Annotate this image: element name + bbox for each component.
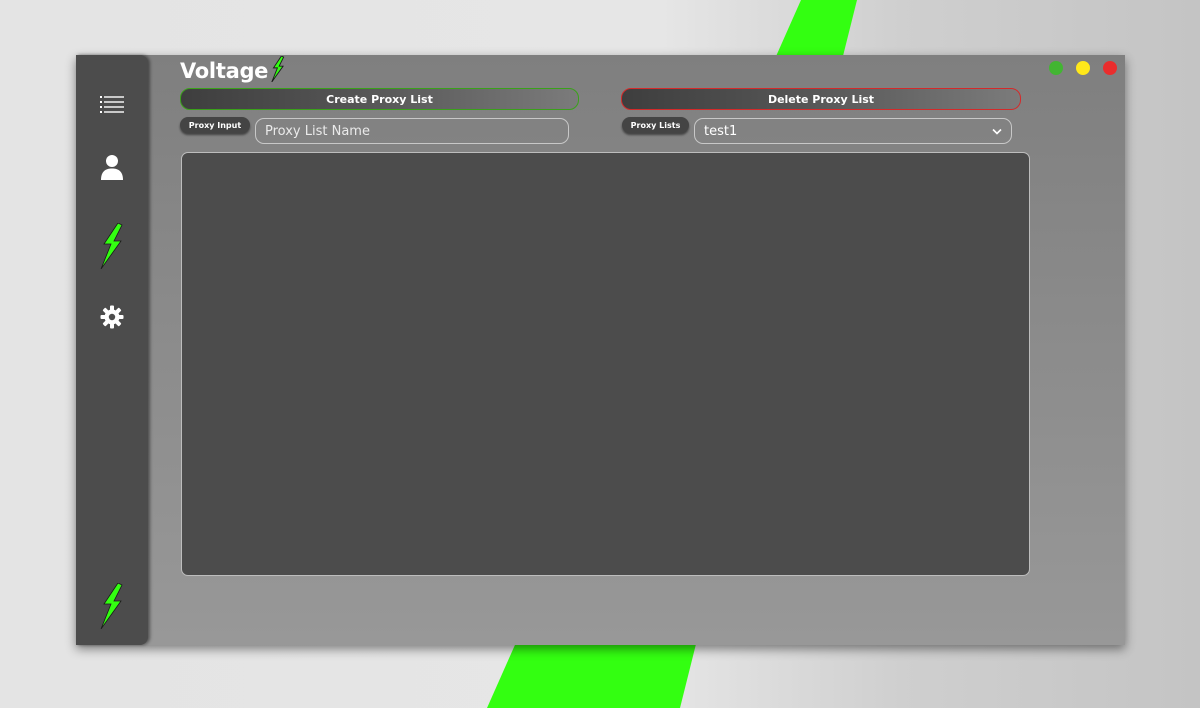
lightning-logo-icon xyxy=(100,583,123,629)
sidebar-item-profile[interactable] xyxy=(90,145,134,189)
close-button[interactable] xyxy=(1103,61,1117,75)
gear-icon xyxy=(100,305,124,329)
sidebar-logo xyxy=(90,580,134,632)
chevron-down-icon xyxy=(992,128,1002,135)
sidebar-item-proxies[interactable] xyxy=(90,218,134,274)
app-window: Voltage Create Proxy List Delete Proxy L… xyxy=(76,55,1125,645)
minimize-button[interactable] xyxy=(1076,61,1090,75)
list-icon xyxy=(100,96,124,113)
proxy-lists-tag: Proxy Lists xyxy=(622,117,689,133)
title-lightning-icon xyxy=(271,56,285,82)
proxy-lists-selected: test1 xyxy=(704,123,738,139)
user-icon xyxy=(101,155,123,180)
app-title-text: Voltage xyxy=(180,59,269,83)
delete-proxy-list-button[interactable]: Delete Proxy List xyxy=(621,88,1021,110)
proxy-lists-select[interactable]: test1 xyxy=(694,118,1012,144)
sidebar xyxy=(76,55,148,645)
create-proxy-list-button[interactable]: Create Proxy List xyxy=(180,88,579,110)
proxy-list-name-input[interactable] xyxy=(255,118,569,144)
proxy-input-tag: Proxy Input xyxy=(180,117,250,133)
app-title: Voltage xyxy=(180,56,286,83)
lightning-icon xyxy=(100,223,123,269)
maximize-button[interactable] xyxy=(1049,61,1063,75)
sidebar-item-settings[interactable] xyxy=(90,295,134,339)
sidebar-item-menu[interactable] xyxy=(90,82,134,126)
proxy-textarea[interactable] xyxy=(181,152,1030,576)
